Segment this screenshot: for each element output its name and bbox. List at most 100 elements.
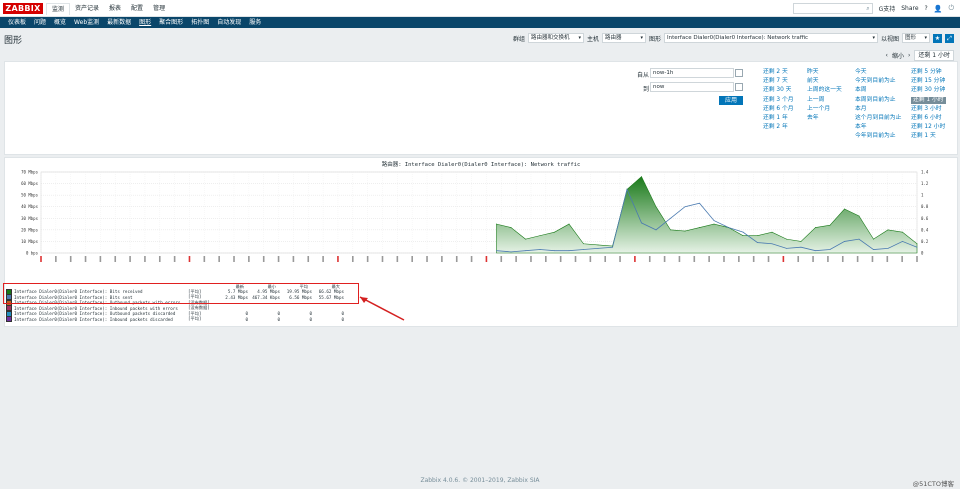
- point-bits-sent: [612, 246, 613, 248]
- menu-reports[interactable]: 报表: [104, 3, 126, 14]
- submenu-discovery[interactable]: 自动发现: [213, 17, 245, 28]
- zabbix-logo[interactable]: ZABBIX: [3, 3, 43, 14]
- graph-select[interactable]: Interface Dialer0(Dialer0 Interface): Ne…: [663, 33, 878, 43]
- quick-option[interactable]: 前天: [807, 78, 842, 85]
- quick-option[interactable]: 还剩 5 分钟: [911, 69, 946, 76]
- quick-option-selected[interactable]: 还剩 1 小时: [911, 96, 946, 104]
- prev-period-icon[interactable]: ‹: [886, 52, 888, 59]
- point-bits-sent: [655, 229, 657, 231]
- x-tick-mark: [604, 256, 607, 262]
- point-bits-received: [757, 235, 758, 237]
- quick-option[interactable]: 还剩 6 小时: [911, 115, 946, 122]
- x-tick-mark: [574, 256, 577, 262]
- point-bits-received: [800, 241, 802, 242]
- view-select[interactable]: 图形: [902, 33, 930, 43]
- fullscreen-button[interactable]: ⤢: [945, 33, 954, 43]
- add-favorite-button[interactable]: ★: [933, 33, 942, 43]
- quick-option[interactable]: 上一个月: [807, 106, 842, 113]
- x-tick-mark: [84, 256, 87, 262]
- x-tick-mark: [292, 256, 295, 262]
- calendar-to-icon[interactable]: [735, 83, 743, 91]
- quick-option[interactable]: 还剩 6 个月: [763, 106, 794, 113]
- legend-function: [平均]: [188, 316, 202, 322]
- submenu-screens[interactable]: 聚合图形: [155, 17, 187, 28]
- submenu-web[interactable]: Web监测: [70, 17, 103, 28]
- menu-inventory[interactable]: 资产记录: [70, 3, 104, 14]
- quick-option[interactable]: 还剩 30 天: [763, 87, 794, 94]
- quick-option[interactable]: 还剩 1 天: [911, 133, 946, 140]
- quick-option[interactable]: 今天到目前为止: [855, 78, 901, 85]
- quick-option[interactable]: 去年: [807, 115, 842, 122]
- help-link[interactable]: ?: [925, 5, 928, 12]
- submenu-graphs[interactable]: 图形: [135, 17, 155, 28]
- calendar-from-icon[interactable]: [735, 69, 743, 77]
- x-tick-mark: [351, 256, 354, 262]
- quick-option[interactable]: 本月: [855, 106, 901, 113]
- quick-option[interactable]: 这个月到目前为止: [855, 115, 901, 122]
- quick-option[interactable]: 本年: [855, 124, 901, 131]
- point-bits-sent: [713, 220, 715, 221]
- share-link[interactable]: Share: [901, 5, 918, 12]
- submenu-maps[interactable]: 拓扑图: [187, 17, 213, 28]
- point-bits-received: [554, 231, 555, 233]
- legend-last: 0: [245, 316, 248, 322]
- quick-option[interactable]: 还剩 12 小时: [911, 124, 946, 131]
- time-period-tab[interactable]: 还剩 1 小时: [914, 50, 954, 61]
- menu-administration[interactable]: 管理: [148, 3, 170, 14]
- x-tick-mark: [218, 256, 220, 262]
- x-tick-mark: [648, 256, 651, 262]
- from-input[interactable]: now-1h: [650, 68, 734, 78]
- point-bits-received: [525, 238, 526, 240]
- x-tick-mark: [812, 256, 814, 262]
- quick-option[interactable]: 今天: [855, 69, 901, 76]
- group-label: 群组: [512, 35, 525, 43]
- quick-option[interactable]: 上一周: [807, 97, 842, 104]
- quick-option[interactable]: 还剩 7 天: [763, 78, 794, 85]
- quick-option[interactable]: 还剩 30 分钟: [911, 87, 946, 94]
- legend-min: 0: [277, 316, 280, 322]
- x-tick-mark: [99, 256, 102, 262]
- x-tick-mark: [530, 256, 532, 262]
- to-input[interactable]: now: [650, 82, 734, 92]
- submenu-problems[interactable]: 问题: [30, 17, 50, 28]
- submenu-overview[interactable]: 概览: [50, 17, 70, 28]
- quick-option[interactable]: 还剩 3 小时: [911, 106, 946, 113]
- apply-button[interactable]: 应用: [719, 96, 743, 105]
- submenu-dashboard[interactable]: 仪表板: [4, 17, 30, 28]
- submenu-services[interactable]: 服务: [245, 17, 265, 28]
- point-bits-sent: [597, 247, 599, 249]
- quick-option[interactable]: 本周: [855, 87, 901, 94]
- group-select[interactable]: 路由器和交换机: [527, 33, 584, 43]
- quick-option[interactable]: 还剩 3 个月: [763, 97, 794, 104]
- quick-option[interactable]: 还剩 1 年: [763, 115, 794, 122]
- x-tick-mark: [871, 256, 874, 262]
- sub-menu: 仪表板 问题 概览 Web监测 最新数据 图形 聚合图形 拓扑图 自动发现 服务: [4, 17, 265, 28]
- x-tick-mark: [797, 256, 800, 262]
- point-bits-sent: [786, 247, 787, 249]
- quick-option[interactable]: 还剩 2 天: [763, 69, 794, 76]
- annotation-arrow: [359, 296, 405, 321]
- user-icon[interactable]: 👤: [934, 5, 943, 13]
- quick-option[interactable]: 还剩 15 分钟: [911, 78, 946, 85]
- menu-monitoring[interactable]: 监测: [46, 3, 71, 15]
- graph-filters: 群组 路由器和交换机 主机 路由器 图形 Interface Dialer0(D…: [513, 33, 954, 43]
- global-search-input[interactable]: ⌕: [792, 3, 873, 14]
- zoom-out-button[interactable]: 缩小: [892, 51, 904, 60]
- logout-icon[interactable]: ⏻: [948, 4, 954, 13]
- x-tick-mark: [277, 256, 280, 262]
- menu-configuration[interactable]: 配置: [126, 3, 148, 14]
- point-bits-received: [612, 245, 613, 247]
- x-tick-mark: [158, 256, 161, 262]
- support-link[interactable]: G支持: [879, 4, 896, 13]
- host-select[interactable]: 路由器: [601, 33, 646, 43]
- submenu-latest-data[interactable]: 最新数据: [103, 17, 135, 28]
- point-bits-received: [670, 229, 671, 231]
- x-tick-mark: [144, 256, 146, 262]
- quick-option[interactable]: 上周的这一天: [807, 87, 842, 94]
- quick-option[interactable]: 今年到目前为止: [855, 133, 901, 140]
- quick-option[interactable]: 本周到目前为止: [855, 97, 901, 104]
- next-period-icon[interactable]: ›: [908, 52, 910, 59]
- quick-option[interactable]: 昨天: [807, 69, 842, 76]
- point-bits-sent: [887, 247, 889, 249]
- quick-option[interactable]: 还剩 2 年: [763, 124, 794, 131]
